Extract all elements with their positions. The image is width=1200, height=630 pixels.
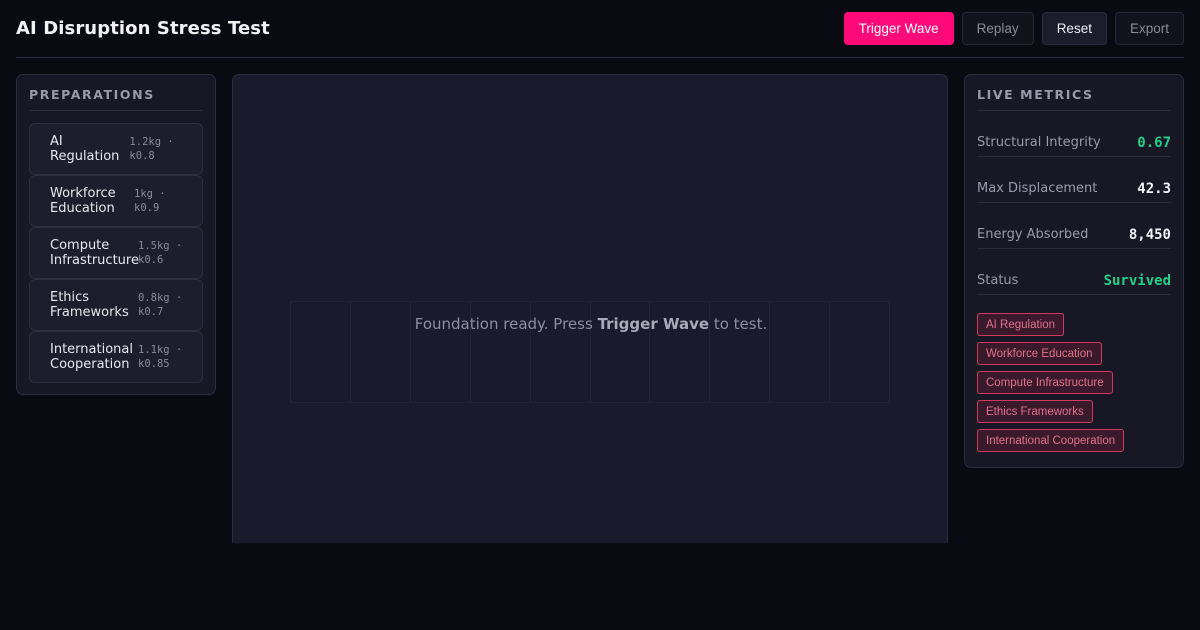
tag-ai-regulation: AI Regulation [977, 313, 1065, 336]
app-title: AI Disruption Stress Test [16, 18, 270, 39]
prep-item-meta: 1.1kg · k0.85 [138, 344, 183, 370]
preparations-list: AI Regulation 1.2kg · k0.8 Workforce Edu… [29, 123, 203, 383]
metric-value: 42.3 [1137, 180, 1171, 197]
metric-max-displacement: Max Displacement 42.3 [977, 157, 1171, 203]
metric-value: 8,450 [1128, 226, 1171, 243]
metric-value: 0.67 [1137, 134, 1171, 151]
prep-item-meta: 1.5kg · k0.6 [138, 240, 183, 266]
prep-item-name: International Cooperation [50, 342, 133, 372]
tag-workforce-education: Workforce Education [977, 342, 1102, 365]
simulation-stage[interactable]: Foundation ready. Press Trigger Wave to … [232, 74, 948, 554]
prep-item-ethics-frameworks[interactable]: Ethics Frameworks 0.8kg · k0.7 [29, 279, 203, 331]
status-badge: Survived [1103, 272, 1171, 289]
prep-item-international-cooperation[interactable]: International Cooperation 1.1kg · k0.85 [29, 331, 203, 383]
prep-item-name: AI Regulation [50, 134, 120, 164]
metric-label: Structural Integrity [977, 135, 1101, 150]
tag-international-cooperation: International Cooperation [977, 429, 1125, 452]
stage-cutoff [0, 543, 1200, 630]
preparations-title: PREPARATIONS [29, 87, 203, 111]
active-preparation-tags: AI Regulation Workforce Education Comput… [977, 313, 1171, 452]
metric-structural-integrity: Structural Integrity 0.67 [977, 111, 1171, 157]
stage-message: Foundation ready. Press Trigger Wave to … [233, 315, 947, 333]
live-metrics-panel: LIVE METRICS Structural Integrity 0.67 M… [964, 74, 1184, 468]
prep-item-meta: 1kg · k0.9 [134, 188, 166, 214]
metric-label: Status [977, 273, 1019, 288]
reset-button[interactable]: Reset [1041, 12, 1107, 45]
prep-item-compute-infrastructure[interactable]: Compute Infrastructure 1.5kg · k0.6 [29, 227, 203, 279]
prep-item-name: Workforce Education [50, 186, 116, 216]
prep-item-name: Compute Infrastructure [50, 238, 139, 268]
replay-button[interactable]: Replay [961, 12, 1034, 45]
stage-message-prefix: Foundation ready. Press [414, 315, 593, 333]
metric-label: Max Displacement [977, 181, 1098, 196]
stage-message-action: Trigger Wave [597, 315, 710, 333]
header-bar: AI Disruption Stress Test Trigger Wave R… [16, 0, 1184, 58]
metric-label: Energy Absorbed [977, 227, 1089, 242]
prep-item-workforce-education[interactable]: Workforce Education 1kg · k0.9 [29, 175, 203, 227]
trigger-wave-button[interactable]: Trigger Wave [843, 12, 954, 45]
prep-item-meta: 0.8kg · k0.7 [138, 292, 183, 318]
tag-compute-infrastructure: Compute Infrastructure [977, 371, 1113, 394]
prep-item-ai-regulation[interactable]: AI Regulation 1.2kg · k0.8 [29, 123, 203, 175]
live-metrics-title: LIVE METRICS [977, 87, 1171, 111]
preparations-panel: PREPARATIONS AI Regulation 1.2kg · k0.8 … [16, 74, 216, 395]
metric-status: Status Survived [977, 249, 1171, 295]
toolbar: Trigger Wave Replay Reset Export [843, 12, 1184, 45]
tag-ethics-frameworks: Ethics Frameworks [977, 400, 1093, 423]
export-button[interactable]: Export [1114, 12, 1184, 45]
prep-item-name: Ethics Frameworks [50, 290, 129, 320]
prep-item-meta: 1.2kg · k0.8 [129, 136, 174, 162]
metric-energy-absorbed: Energy Absorbed 8,450 [977, 203, 1171, 249]
stage-message-suffix: to test. [713, 315, 768, 333]
